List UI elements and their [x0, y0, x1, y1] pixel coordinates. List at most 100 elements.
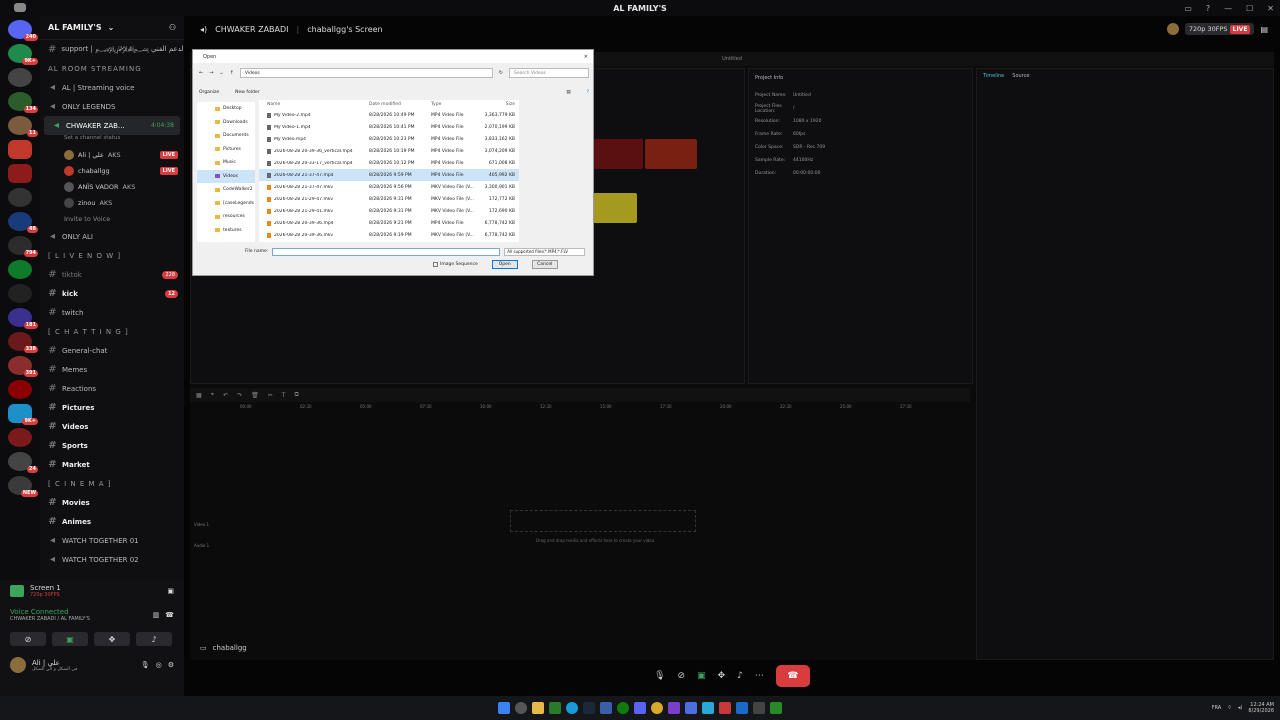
channel-general-chat[interactable]: # General-chat [40, 341, 184, 360]
more-icon[interactable]: ⋯ [755, 671, 764, 681]
nav-item[interactable]: [caseLegends [197, 197, 255, 211]
file-row[interactable]: 2026-08-28 20-39-36.mkv 8/28/2026 9:19 PM… [259, 229, 519, 241]
server-icon[interactable] [8, 188, 32, 207]
channel-streaming-voice[interactable]: ◂ AL | Streaming voice [40, 78, 184, 97]
channel-watch-together-01[interactable]: ◂ WATCH TOGETHER 01 [40, 531, 184, 550]
file-row[interactable]: 2026-08-28 21-29-41.mkv 8/28/2026 9:31 PM… [259, 205, 519, 217]
maximize-button[interactable]: ☐ [1246, 4, 1253, 13]
nav-item[interactable]: CodeWalker2 [197, 183, 255, 197]
server-icon[interactable]: 181 [8, 308, 38, 329]
nav-item[interactable]: textures [197, 224, 255, 238]
up-icon[interactable]: ↑ [230, 70, 234, 76]
channel-only-ali[interactable]: ◂ ONLY ALI [40, 227, 184, 246]
file-row[interactable]: 2026-08-28 20-39-36.mp4 8/28/2026 9:21 PM… [259, 217, 519, 229]
server-icon[interactable] [8, 164, 32, 183]
undo-icon[interactable]: ↶ [223, 392, 228, 399]
camera-off-icon[interactable]: ⊘ [678, 671, 686, 681]
media-thumbnail[interactable] [645, 139, 697, 169]
col-name[interactable]: Name [259, 102, 369, 107]
channel-market[interactable]: # Market [40, 455, 184, 474]
voice-user[interactable]: zinou AKS [40, 195, 184, 211]
search-input[interactable]: Search Videos [509, 68, 589, 78]
soundboard-icon[interactable]: ♪ [737, 671, 743, 681]
cut-icon[interactable]: ✂ [268, 392, 273, 399]
server-icon[interactable] [8, 284, 32, 303]
nav-item[interactable]: Downloads [197, 116, 255, 130]
media-thumbnail[interactable] [591, 139, 643, 169]
server-icon[interactable]: 48 [8, 212, 38, 233]
volume-icon[interactable]: ◂) [1238, 705, 1242, 711]
discord-logo-icon[interactable] [14, 3, 26, 12]
channel-animes[interactable]: # Animes [40, 512, 184, 531]
file-row[interactable]: 2026-08-28 21-29-47.mkv 8/28/2026 9:31 PM… [259, 193, 519, 205]
channel-tiktok[interactable]: # tiktok 228 [40, 265, 184, 284]
select-icon[interactable]: ⌖ [211, 391, 214, 399]
view-icon[interactable]: ▤ [566, 90, 570, 95]
server-icon[interactable]: 9K+ [8, 404, 38, 425]
redo-icon[interactable]: ↷ [237, 392, 242, 399]
col-type[interactable]: Type [431, 102, 481, 107]
app-icon[interactable] [600, 702, 612, 714]
nav-item[interactable]: Documents [197, 129, 255, 143]
nav-item[interactable]: Music [197, 156, 255, 170]
xbox-icon[interactable] [617, 702, 629, 714]
tab-timeline[interactable]: Timeline [983, 73, 1004, 79]
chrome-icon[interactable] [651, 702, 663, 714]
activities-icon[interactable]: ✥ [718, 671, 726, 681]
col-date[interactable]: Date modified [369, 102, 431, 107]
text-icon[interactable]: T [282, 392, 286, 399]
channel-status-hint[interactable]: Set a channel status [40, 135, 184, 147]
invite-to-voice[interactable]: Invite to Voice [40, 211, 184, 227]
layout-icon[interactable]: ▦ [196, 392, 202, 399]
microphone-icon[interactable]: 🎙 [654, 671, 665, 681]
wifi-icon[interactable]: ⌔ [1227, 705, 1232, 711]
chevron-down-icon[interactable]: ⌄ [219, 70, 223, 76]
close-button[interactable]: ✕ [1267, 4, 1274, 13]
avatar[interactable] [10, 657, 26, 673]
channel-movies[interactable]: # Movies [40, 493, 184, 512]
refresh-icon[interactable]: ↻ [499, 70, 503, 76]
channel-twitch[interactable]: # twitch [40, 303, 184, 322]
organize-button[interactable]: Organize [199, 90, 219, 95]
settings-gear-icon[interactable]: ⚙ [168, 661, 174, 669]
channel-only-legends[interactable]: ◂ ONLY LEGENDS [40, 97, 184, 116]
server-icon[interactable]: 134 [8, 92, 38, 113]
timeline-ruler[interactable]: 00:00 02:30 05:00 07:30 10:00 12:30 15:00 17:30… [240, 404, 970, 414]
category-room-streaming[interactable]: AL ROOM STREAMING [40, 59, 184, 78]
server-icon[interactable] [8, 260, 32, 279]
microphone-icon[interactable]: 🎙 [141, 661, 150, 669]
channel-reactions[interactable]: # Reactions [40, 379, 184, 398]
channel-memes[interactable]: # Memes [40, 360, 184, 379]
clock[interactable]: 12:24 AM 8/29/2026 [1248, 702, 1274, 714]
file-row[interactable]: 2026-08-28 20-33-17_vertical.mp4 8/28/202… [259, 157, 519, 169]
file-type-filter[interactable]: All supported files(*.MP4;*.FLV [504, 247, 585, 256]
file-row[interactable]: 2026-08-28 21-37-47.mp4 8/28/2026 9:59 PM… [259, 169, 519, 181]
camera-off-button[interactable]: ⊘ [10, 632, 46, 646]
edge-icon[interactable] [566, 702, 578, 714]
file-explorer-icon[interactable] [532, 702, 544, 714]
image-sequence-checkbox[interactable]: Image Sequence [433, 261, 478, 267]
new-folder-button[interactable]: New folder [235, 90, 259, 95]
server-icon[interactable]: 338 [8, 332, 38, 353]
streamer-tab[interactable]: chaballgg [213, 644, 247, 652]
app-icon[interactable] [770, 702, 782, 714]
category-live-now[interactable]: [ L I V E N O W ] [40, 246, 184, 265]
server-header[interactable]: AL FAMILY'S ⌄ ⚇ [40, 16, 184, 40]
channel-support[interactable]: # support | ﷽ الدعم الفني [40, 40, 184, 59]
media-thumbnail[interactable] [591, 193, 637, 223]
app-icon[interactable] [668, 702, 680, 714]
channel-videos[interactable]: # Videos [40, 417, 184, 436]
close-icon[interactable]: ✕ [584, 54, 588, 60]
voice-user[interactable]: Ali | علي AKS LIVE [40, 147, 184, 163]
language-indicator[interactable]: FRA [1212, 705, 1222, 711]
delete-icon[interactable]: 🗑 [251, 392, 259, 399]
headphones-icon[interactable]: ◎ [156, 661, 162, 669]
help-icon[interactable]: ? [587, 90, 589, 95]
app-icon[interactable] [549, 702, 561, 714]
file-row[interactable]: My Video-1.mp4 8/28/2026 10:41 PM MP4 Vide… [259, 121, 519, 133]
nav-item[interactable]: Pictures [197, 143, 255, 157]
nav-item[interactable]: Desktop [197, 102, 255, 116]
screen-share-icon[interactable]: ▣ [697, 671, 706, 681]
category-cinema[interactable]: [ C I N E M A ] [40, 474, 184, 493]
crop-icon[interactable]: ⧉ [294, 391, 298, 399]
